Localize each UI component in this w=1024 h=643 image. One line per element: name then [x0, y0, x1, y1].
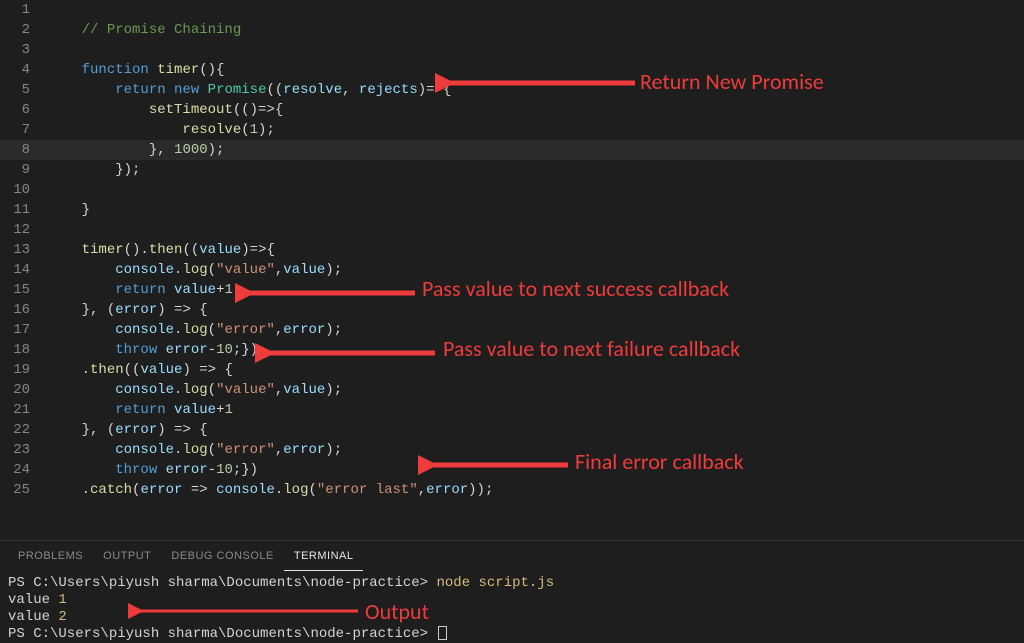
tab-problems[interactable]: PROBLEMS [8, 541, 93, 571]
line-number: 19 [0, 360, 48, 380]
line-number: 3 [0, 40, 48, 60]
line-number: 20 [0, 380, 48, 400]
line-number: 11 [0, 200, 48, 220]
line-number: 15 [0, 280, 48, 300]
line-number: 2 [0, 20, 48, 40]
tab-debug-console[interactable]: DEBUG CONSOLE [161, 541, 283, 571]
line-number: 23 [0, 440, 48, 460]
line-number: 1 [0, 0, 48, 20]
tab-output[interactable]: OUTPUT [93, 541, 161, 571]
tab-terminal[interactable]: TERMINAL [284, 541, 364, 571]
line-number: 16 [0, 300, 48, 320]
code-editor[interactable]: 1 2 // Promise Chaining 3 4 function tim… [0, 0, 1024, 540]
line-number: 21 [0, 400, 48, 420]
line-number: 6 [0, 100, 48, 120]
line-number: 4 [0, 60, 48, 80]
line-number: 14 [0, 260, 48, 280]
line-number: 25 [0, 480, 48, 500]
terminal[interactable]: PS C:\Users\piyush sharma\Documents\node… [0, 571, 1024, 643]
comment-text: // Promise Chaining [82, 22, 242, 38]
line-number: 9 [0, 160, 48, 180]
bottom-panel: PROBLEMS OUTPUT DEBUG CONSOLE TERMINAL P… [0, 540, 1024, 636]
line-number: 8 [0, 140, 48, 160]
active-line: 8 }, 1000); [0, 140, 1024, 160]
line-number: 12 [0, 220, 48, 240]
line-number: 22 [0, 420, 48, 440]
terminal-line: PS C:\Users\piyush sharma\Documents\node… [8, 575, 1016, 592]
line-number: 7 [0, 120, 48, 140]
line-number: 17 [0, 320, 48, 340]
terminal-cursor-icon [438, 626, 447, 640]
line-number: 18 [0, 340, 48, 360]
line-number: 5 [0, 80, 48, 100]
line-number: 10 [0, 180, 48, 200]
terminal-line: PS C:\Users\piyush sharma\Documents\node… [8, 626, 1016, 643]
line-number: 13 [0, 240, 48, 260]
terminal-line: value 1 [8, 592, 1016, 609]
terminal-line: value 2 [8, 609, 1016, 626]
panel-tabs: PROBLEMS OUTPUT DEBUG CONSOLE TERMINAL [0, 541, 1024, 571]
line-number: 24 [0, 460, 48, 480]
